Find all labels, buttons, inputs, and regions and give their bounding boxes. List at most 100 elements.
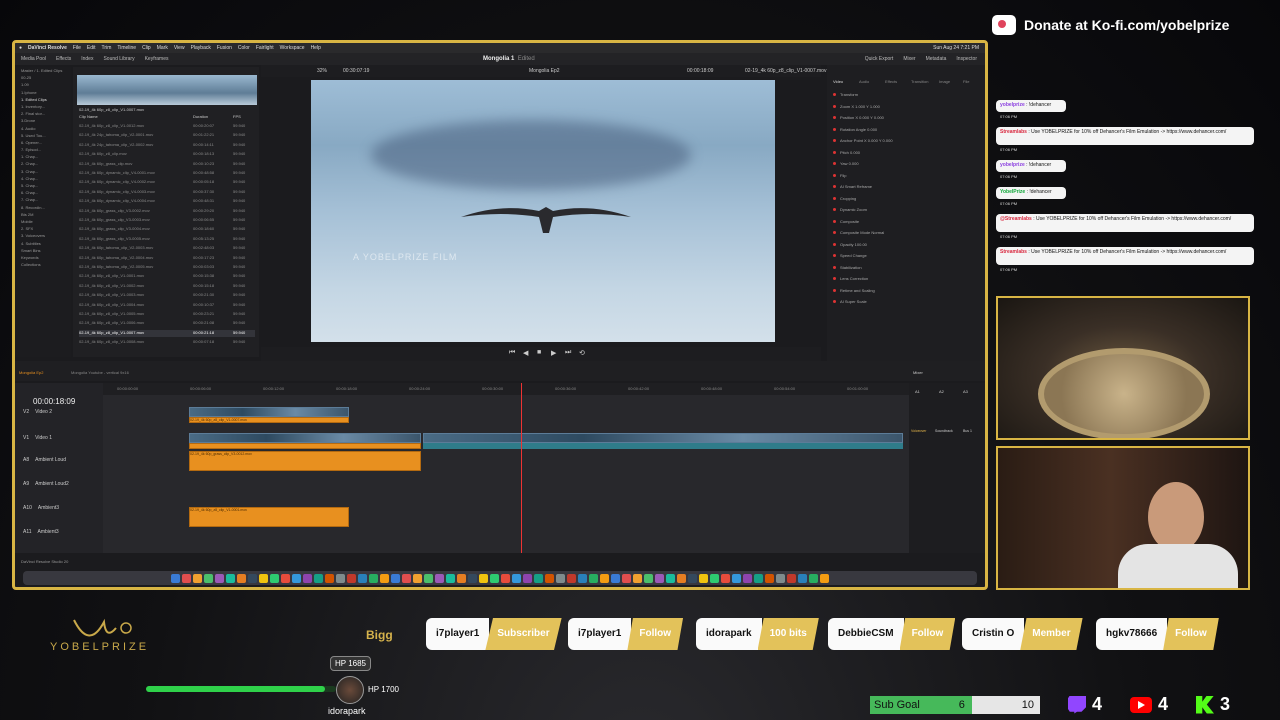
dock-app-icon[interactable] — [259, 573, 268, 583]
menu-trim[interactable]: Trim — [102, 45, 112, 51]
dock-app-icon[interactable] — [512, 573, 521, 583]
chat-username[interactable]: @Streamlabs — [1000, 216, 1032, 222]
enable-dot-icon[interactable] — [833, 277, 836, 281]
inspector-row[interactable]: Position X 0.000 Y 0.000 — [833, 114, 884, 122]
bin-item[interactable]: 5. Chap... — [15, 182, 71, 189]
enable-dot-icon[interactable] — [833, 173, 836, 177]
inspector-tab-transition[interactable]: Transition — [911, 79, 928, 84]
clip-list-row[interactable]: 02-19_4k 60p_dynamic_clip_V4-0002.mov 00:… — [79, 179, 255, 186]
playhead[interactable] — [521, 383, 522, 553]
dock-app-icon[interactable] — [589, 573, 598, 583]
menu-workspace[interactable]: Workspace — [280, 45, 305, 51]
inspector-row[interactable]: Composite Mode Normal — [833, 229, 884, 237]
toolbar-mixer[interactable]: Mixer — [903, 56, 915, 62]
clip-list-row[interactable]: 02-19_4k 60p_z8_clip_V1-0001.mov 00:00:15… — [79, 273, 255, 280]
clip-list-row[interactable]: 02-19_4k 60p_dynamic_clip_V4-0003.mov 00:… — [79, 189, 255, 196]
dock-app-icon[interactable] — [435, 573, 444, 583]
bin-item[interactable]: Collections — [15, 261, 71, 268]
clip-list-row[interactable]: 02-19_4k 60p_grass_clip_V3-0005.mov 00:05… — [79, 236, 255, 243]
bin-item[interactable]: 4. Chap... — [15, 175, 71, 182]
clip-list-row[interactable]: 02-19_4k 60p_z8_clip.mov 00:00:18:13 59.94… — [79, 151, 255, 158]
v2-clip-label[interactable]: 02-19_4k 60p_z8_clip_V1-0007.mov — [189, 417, 349, 423]
chat-username[interactable]: Streamlabs — [1000, 249, 1027, 255]
column-clip-name[interactable]: Clip Name — [79, 114, 193, 121]
play-icon[interactable]: ▶ — [551, 349, 556, 357]
inspector-tab-effects[interactable]: Effects — [885, 79, 897, 84]
dock-app-icon[interactable] — [633, 573, 642, 583]
clip-list-row[interactable]: 02-19_4k 60p_tahoma_clip_V2-0003.mov 00:0… — [79, 245, 255, 252]
clip-list-row[interactable]: 02-19_4k 60p_z8_clip_V1-0008.mov 00:00:07… — [79, 339, 255, 346]
inspector-row[interactable]: Flip — [833, 172, 846, 180]
inspector-row[interactable]: Lens Correction — [833, 275, 868, 283]
v1-clip-label[interactable] — [189, 443, 421, 449]
bin-item[interactable]: 8. Recordin... — [15, 204, 71, 211]
toolbar-sound-library[interactable]: Sound Library — [103, 56, 134, 62]
clip-list-row[interactable]: 02-19_4k 60p_tahoma_clip_V2-0005.mov 00:0… — [79, 264, 255, 271]
bin-item[interactable]: Master / 1. Edited Clips — [15, 67, 71, 74]
dock-app-icon[interactable] — [820, 573, 829, 583]
chat-username[interactable]: yobelprize — [1000, 102, 1025, 108]
chat-username[interactable]: yobelprize — [1000, 162, 1025, 168]
menu-file[interactable]: File — [73, 45, 81, 51]
dock-app-icon[interactable] — [248, 573, 257, 583]
bin-item[interactable]: Mobile — [15, 218, 71, 225]
dock-app-icon[interactable] — [226, 573, 235, 583]
dock-app-icon[interactable] — [534, 573, 543, 583]
dock-app-icon[interactable] — [721, 573, 730, 583]
inspector-tab-file[interactable]: File — [963, 79, 969, 84]
enable-dot-icon[interactable] — [833, 127, 836, 131]
v2-clip-thumbnail[interactable] — [189, 407, 349, 417]
dock-app-icon[interactable] — [688, 573, 697, 583]
track-header[interactable]: A9 Ambient Loud2 — [23, 481, 69, 487]
viewer-timeline-name[interactable]: Mongolia Ep2 — [529, 68, 560, 74]
dock-app-icon[interactable] — [677, 573, 686, 583]
dock-app-icon[interactable] — [710, 573, 719, 583]
skip-back-icon[interactable]: ⏮ — [509, 349, 515, 357]
inspector-row[interactable]: Pitch 0.000 — [833, 149, 860, 157]
bin-item[interactable]: Smart Bins — [15, 247, 71, 254]
chat-username[interactable]: YobelPrize — [1000, 189, 1025, 195]
bin-item[interactable]: 6. Chap... — [15, 189, 71, 196]
inspector-row[interactable]: Rotation Angle 0.000 — [833, 126, 877, 134]
dock-app-icon[interactable] — [303, 573, 312, 583]
stop-icon[interactable]: ■ — [537, 349, 541, 356]
skip-forward-icon[interactable]: ⏭ — [565, 349, 571, 357]
dock-app-icon[interactable] — [468, 573, 477, 583]
dock-app-icon[interactable] — [501, 573, 510, 583]
bin-item[interactable]: 3. Voiceovers — [15, 232, 71, 239]
bin-item[interactable]: Bts 2M — [15, 211, 71, 218]
bin-item[interactable]: 1. Chap... — [15, 153, 71, 160]
clip-list-row[interactable]: 02-19_4k 60p_grass_clip_V3-0004.mov 00:00… — [79, 226, 255, 233]
dock-app-icon[interactable] — [347, 573, 356, 583]
dock-app-icon[interactable] — [545, 573, 554, 583]
inspector-row[interactable]: Dynamic Zoom — [833, 206, 867, 214]
dock-app-icon[interactable] — [556, 573, 565, 583]
toolbar-quick-export[interactable]: Quick Export — [865, 56, 894, 62]
dock-app-icon[interactable] — [644, 573, 653, 583]
dock-app-icon[interactable] — [171, 573, 180, 583]
menu-clip[interactable]: Clip — [142, 45, 151, 51]
timeline-tab-2[interactable]: Mongolia Youtube - vertical 9x16 — [71, 370, 129, 375]
toolbar-index[interactable]: Index — [81, 56, 93, 62]
inspector-tab-audio[interactable]: Audio — [859, 79, 869, 84]
chat-username[interactable]: Streamlabs — [1000, 129, 1027, 135]
menu-fairlight[interactable]: Fairlight — [256, 45, 274, 51]
dock-app-icon[interactable] — [523, 573, 532, 583]
bin-item[interactable]: 2. Final stor... — [15, 110, 71, 117]
clip-list-row[interactable]: 02-19_4k 60p_grass_clip.mov 00:00:10:23 59… — [79, 161, 255, 168]
clip-list-row[interactable]: 02-19_4k 60p_z8_clip_V1-0012.mov 00:00:20… — [79, 123, 255, 130]
inspector-row[interactable]: Cropping — [833, 195, 856, 203]
dock-app-icon[interactable] — [270, 573, 279, 583]
dock-app-icon[interactable] — [699, 573, 708, 583]
bin-item[interactable]: 7. Chap... — [15, 196, 71, 203]
v1-clip-strip-right[interactable] — [423, 433, 903, 443]
dock-app-icon[interactable] — [292, 573, 301, 583]
bin-item[interactable]: 1. Inventory... — [15, 103, 71, 110]
bin-item[interactable]: 2. Chap... — [15, 160, 71, 167]
toolbar-media-pool[interactable]: Media Pool — [21, 56, 46, 62]
inspector-row[interactable]: AI Super Scale — [833, 298, 867, 306]
play-reverse-icon[interactable]: ◀ — [523, 349, 528, 357]
clip-list-row[interactable]: 02-19_4k 24p_tahoma_clip_V2-0002.mov 00:0… — [79, 142, 255, 149]
menu-help[interactable]: Help — [311, 45, 321, 51]
dock-app-icon[interactable] — [776, 573, 785, 583]
